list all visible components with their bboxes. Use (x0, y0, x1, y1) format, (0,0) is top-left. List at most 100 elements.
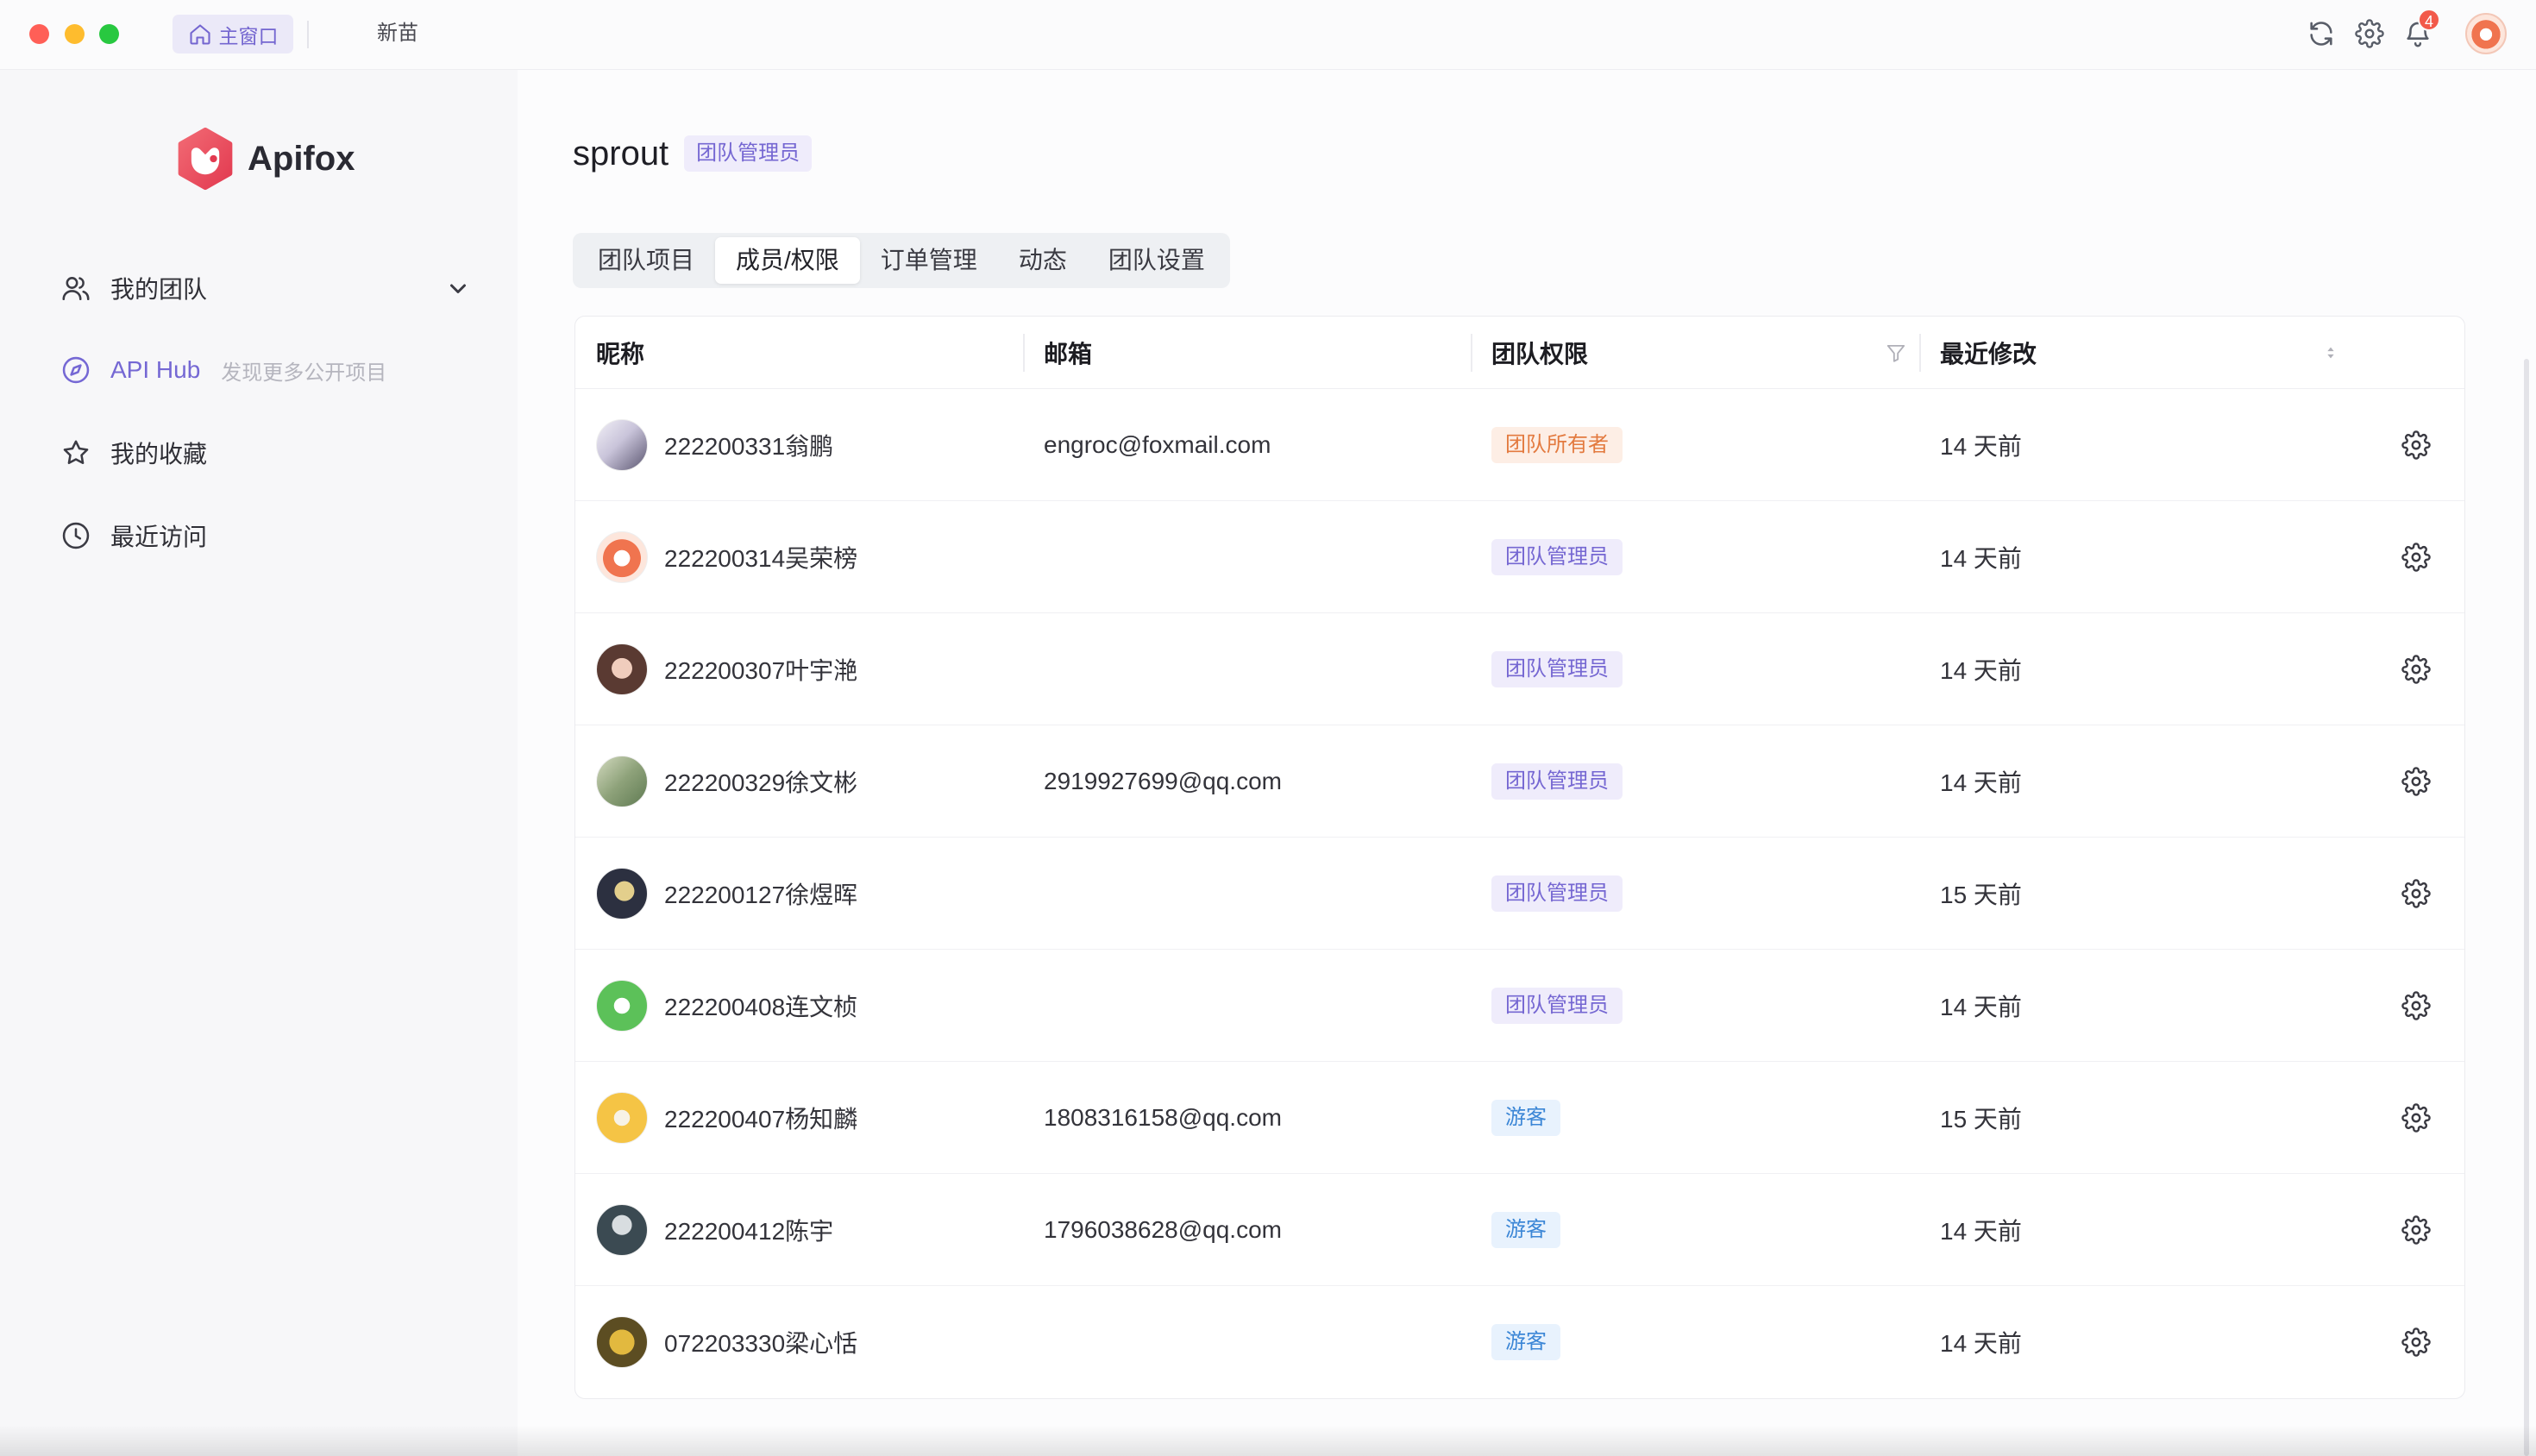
modified-cell: 14 天前 (1919, 613, 2368, 725)
sidebar-item-recent[interactable]: 最近访问 (60, 508, 474, 563)
role-badge: 游客 (1491, 1100, 1560, 1136)
member-avatar (596, 1204, 648, 1256)
role-cell: 游客 (1471, 1174, 1919, 1286)
sort-icon[interactable] (2321, 343, 2340, 362)
nickname-cell: 222200408连文桢 (575, 950, 1023, 1062)
column-header-label: 最近修改 (1940, 341, 2037, 367)
member-nickname: 222200314吴荣榜 (664, 545, 858, 572)
column-header-actions (2368, 317, 2464, 389)
modified-time: 15 天前 (1940, 1106, 2022, 1133)
member-avatar (596, 980, 648, 1032)
gear-icon[interactable] (2401, 430, 2431, 460)
role-cell: 游客 (1471, 1286, 1919, 1398)
member-nickname: 072203330梁心恬 (664, 1330, 858, 1357)
tab-orders[interactable]: 订单管理 (860, 237, 998, 284)
role-cell: 团队管理员 (1471, 725, 1919, 838)
role-badge: 团队管理员 (1491, 875, 1623, 912)
email-cell: 1808316158@qq.com (1023, 1062, 1471, 1174)
role-badge: 游客 (1491, 1212, 1560, 1248)
table-row: 222200314吴荣榜 团队管理员 14 天前 (575, 501, 2464, 613)
row-actions (2368, 1062, 2464, 1174)
email-cell (1023, 950, 1471, 1062)
user-avatar[interactable] (2465, 13, 2507, 54)
scrollbar[interactable] (2524, 359, 2529, 1456)
zoom-window-button[interactable] (99, 24, 119, 44)
tab-team-projects[interactable]: 团队项目 (577, 237, 715, 284)
role-badge: 游客 (1491, 1324, 1560, 1360)
gear-icon[interactable] (2401, 879, 2431, 908)
gear-icon[interactable] (2401, 1327, 2431, 1357)
chevron-down-icon[interactable] (443, 273, 474, 304)
gear-icon[interactable] (2401, 1103, 2431, 1133)
member-avatar (596, 868, 648, 919)
member-email: 1808316158@qq.com (1044, 1104, 1282, 1131)
modified-cell: 15 天前 (1919, 838, 2368, 950)
member-email: 1796038628@qq.com (1044, 1216, 1282, 1243)
refresh-icon[interactable] (2307, 19, 2336, 48)
gear-icon[interactable] (2401, 655, 2431, 684)
table-row: 222200412陈宇 1796038628@qq.com 游客 14 天前 (575, 1174, 2464, 1286)
table-row: 222200331翁鹏 engroc@foxmail.com 团队所有者 14 天前 (575, 389, 2464, 501)
tab-activity[interactable]: 动态 (998, 237, 1088, 284)
title-bar: 主窗口 新苗 4 (0, 0, 2536, 70)
tab-team-settings[interactable]: 团队设置 (1088, 237, 1226, 284)
role-badge: 团队管理员 (1491, 539, 1623, 575)
member-avatar (596, 531, 648, 583)
column-header-label: 团队权限 (1491, 341, 1589, 367)
team-icon (62, 277, 90, 301)
sidebar-item-label: 最近访问 (110, 524, 208, 550)
member-email: engroc@foxmail.com (1044, 431, 1271, 458)
modified-time: 14 天前 (1940, 1218, 2022, 1245)
gear-icon[interactable] (2401, 767, 2431, 796)
window-tab-main[interactable]: 主窗口 (173, 15, 293, 53)
window-tab-sprout[interactable]: 新苗 (377, 19, 418, 48)
table-row: 222200307叶宇滟 团队管理员 14 天前 (575, 613, 2464, 725)
role-cell: 团队管理员 (1471, 501, 1919, 613)
modified-time: 14 天前 (1940, 657, 2022, 684)
nickname-cell: 222200407杨知麟 (575, 1062, 1023, 1174)
row-actions (2368, 1286, 2464, 1398)
row-actions (2368, 501, 2464, 613)
gear-icon[interactable] (2355, 19, 2384, 48)
role-cell: 团队所有者 (1471, 389, 1919, 501)
member-avatar (596, 1092, 648, 1144)
column-header-modified[interactable]: 最近修改 (1919, 317, 2368, 389)
gear-icon[interactable] (2401, 1215, 2431, 1245)
nickname-cell: 222200127徐煜晖 (575, 838, 1023, 950)
sidebar-item-api-hub[interactable]: API Hub 发现更多公开项目 (60, 342, 474, 398)
tab-divider (307, 21, 309, 48)
column-header-email: 邮箱 (1023, 317, 1471, 389)
nickname-cell: 222200329徐文彬 (575, 725, 1023, 838)
member-avatar (596, 419, 648, 471)
gear-icon[interactable] (2401, 991, 2431, 1020)
sidebar-item-my-teams[interactable]: 我的团队 (60, 260, 474, 316)
window-tab-label: 主窗口 (218, 24, 279, 47)
close-window-button[interactable] (29, 24, 49, 44)
home-icon (189, 23, 210, 45)
member-nickname: 222200329徐文彬 (664, 769, 858, 796)
role-badge: 团队管理员 (1491, 651, 1623, 687)
member-nickname: 222200408连文桢 (664, 994, 858, 1020)
gear-icon[interactable] (2401, 543, 2431, 572)
minimize-window-button[interactable] (65, 24, 85, 44)
modified-cell: 15 天前 (1919, 1062, 2368, 1174)
column-header-label: 邮箱 (1044, 341, 1093, 367)
row-actions (2368, 950, 2464, 1062)
filter-icon[interactable] (1885, 342, 1907, 364)
clock-icon (62, 522, 90, 549)
role-cell: 团队管理员 (1471, 838, 1919, 950)
table-row: 222200329徐文彬 2919927699@qq.com 团队管理员 14 天前 (575, 725, 2464, 838)
tab-members-permissions[interactable]: 成员/权限 (715, 237, 860, 284)
member-nickname: 222200307叶宇滟 (664, 657, 858, 684)
role-badge: 团队管理员 (1491, 763, 1623, 800)
email-cell: 1796038628@qq.com (1023, 1174, 1471, 1286)
role-badge: 团队所有者 (1491, 427, 1623, 463)
email-cell (1023, 1286, 1471, 1398)
modified-time: 14 天前 (1940, 545, 2022, 572)
window-shadow (0, 1425, 2536, 1456)
nickname-cell: 222200331翁鹏 (575, 389, 1023, 501)
email-cell: 2919927699@qq.com (1023, 725, 1471, 838)
column-header-label: 昵称 (596, 341, 645, 367)
modified-time: 14 天前 (1940, 994, 2022, 1020)
sidebar-item-favorites[interactable]: 我的收藏 (60, 425, 474, 480)
